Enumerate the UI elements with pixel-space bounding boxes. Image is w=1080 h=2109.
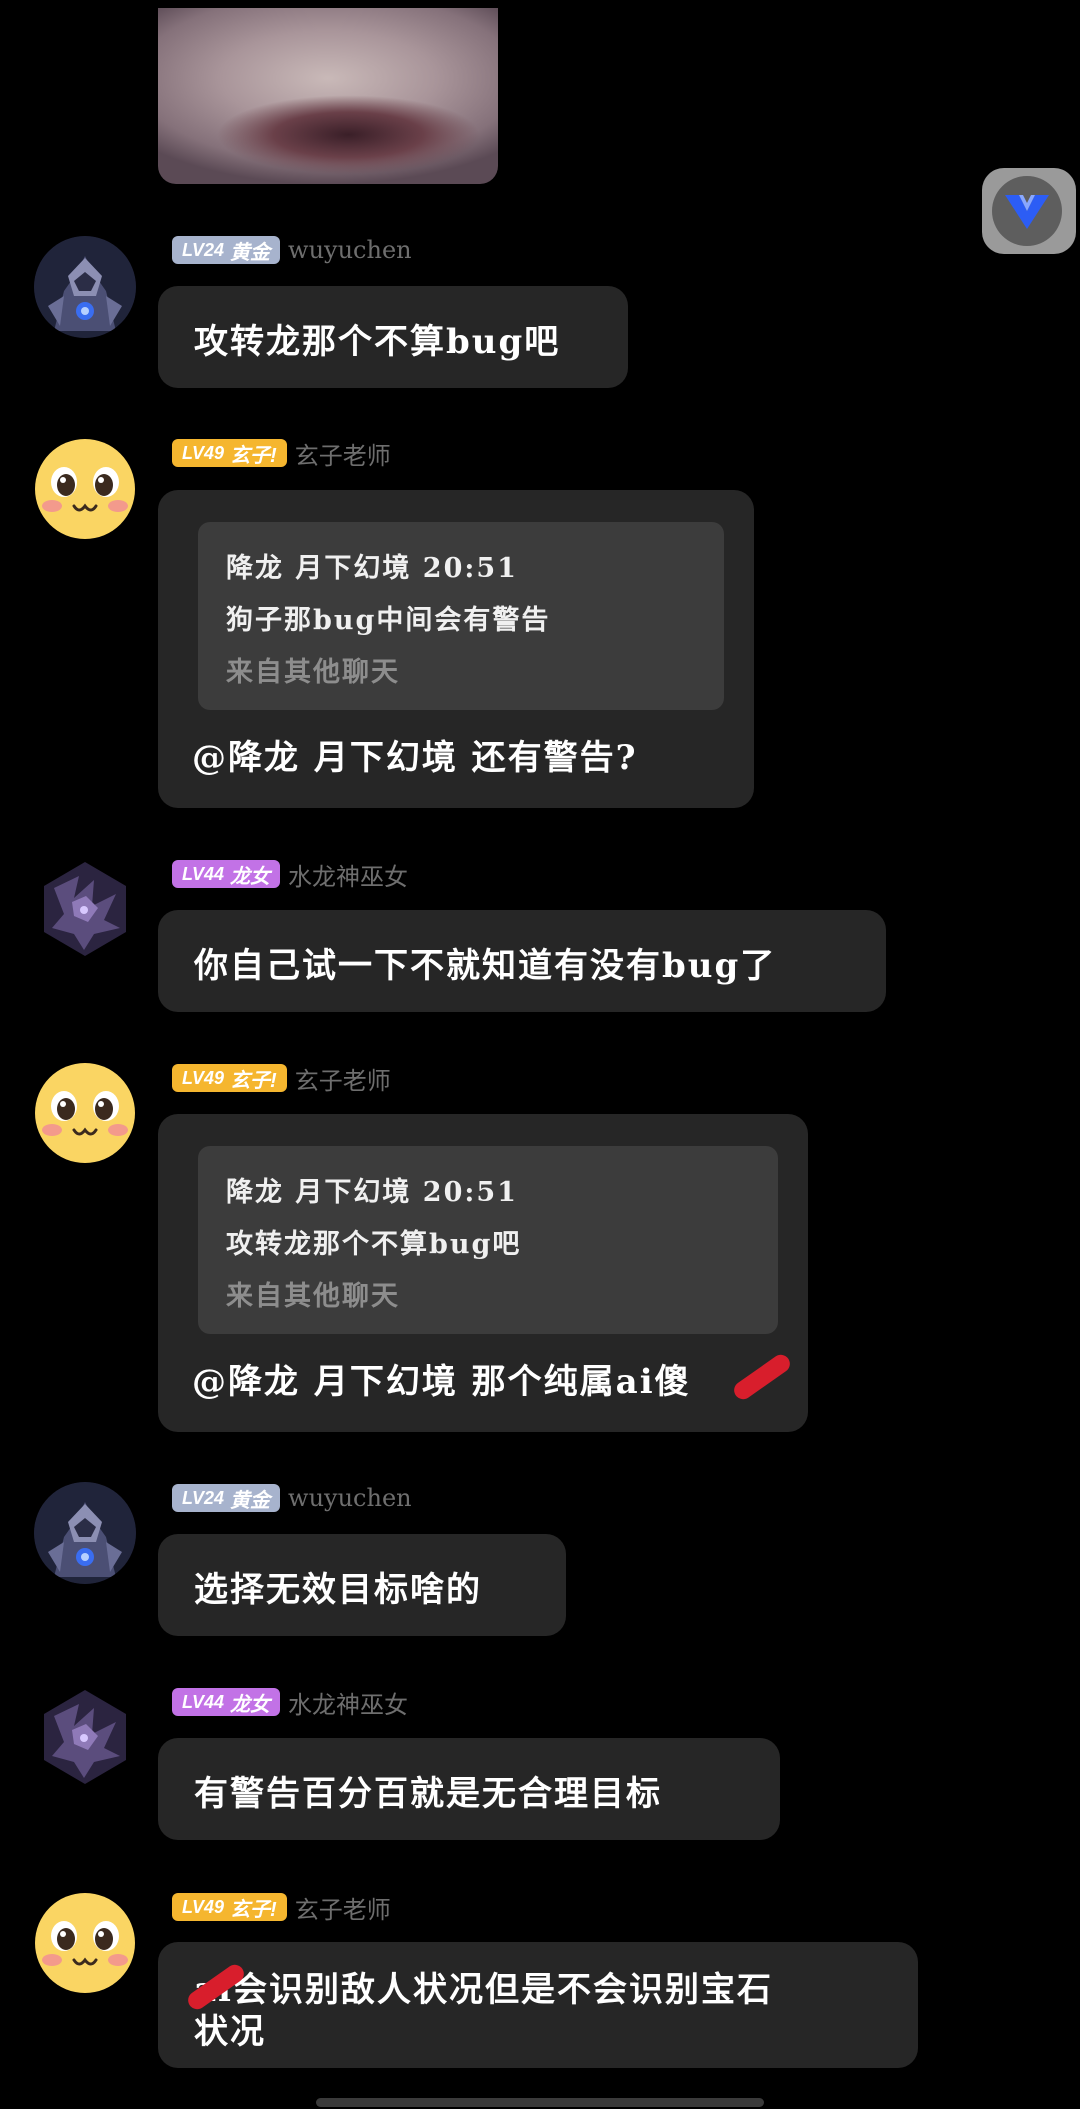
message-text: 攻转龙那个不算bug吧	[194, 322, 561, 362]
message-meta: LV49 玄子! 玄子老师	[172, 1061, 391, 1096]
quoted-message[interactable]: 降龙 月下幻境 20:51 狗子那bug中间会有警告 来自其他聊天	[198, 522, 724, 710]
quote-header: 降龙 月下幻境 20:51	[226, 553, 518, 584]
message-meta: LV44 龙女 水龙神巫女	[172, 857, 408, 892]
message-text: @降龙 月下幻境 还有警告?	[192, 738, 638, 778]
armored-knight-avatar	[34, 236, 136, 338]
message-text: 你自己试一下不就知道有没有bug了	[194, 946, 777, 986]
avatar[interactable]	[34, 236, 136, 338]
avatar[interactable]	[34, 1892, 136, 1994]
level-badge: LV44 龙女	[172, 860, 281, 888]
avatar[interactable]	[34, 1062, 136, 1164]
avatar[interactable]	[34, 438, 136, 540]
username[interactable]: wuyuchen	[288, 236, 412, 264]
message-bubble[interactable]: 降龙 月下幻境 20:51 攻转龙那个不算bug吧 来自其他聊天 @降龙 月下幻…	[158, 1114, 808, 1432]
level-badge: LV49 玄子!	[172, 1893, 287, 1921]
level-badge: LV24 黄金	[172, 1484, 281, 1512]
message-meta: LV49 玄子! 玄子老师	[172, 1890, 391, 1925]
message-meta: LV49 玄子! 玄子老师	[172, 436, 391, 471]
purple-dragon-avatar	[34, 1686, 136, 1788]
smiley-emoji-avatar	[34, 1062, 136, 1164]
username[interactable]: wuyuchen	[288, 1484, 412, 1512]
avatar[interactable]	[34, 858, 136, 960]
level-badge: LV24 黄金	[172, 236, 281, 264]
shared-image[interactable]	[158, 8, 498, 184]
username[interactable]: 玄子老师	[295, 1061, 391, 1096]
message-bubble[interactable]: ai会识别敌人状况但是不会识别宝石 状况	[158, 1942, 918, 2068]
armored-knight-avatar	[34, 1482, 136, 1584]
home-indicator[interactable]	[316, 2098, 764, 2107]
avatar[interactable]	[34, 1686, 136, 1788]
smiley-emoji-avatar	[34, 438, 136, 540]
level-badge: LV49 玄子!	[172, 1064, 287, 1092]
redaction-scribble	[730, 1351, 794, 1403]
level-badge: LV49 玄子!	[172, 439, 287, 467]
message-text: 选择无效目标啥的	[194, 1570, 482, 1610]
username[interactable]: 水龙神巫女	[288, 1685, 408, 1720]
v-logo-icon	[1005, 195, 1049, 229]
smiley-emoji-avatar	[34, 1892, 136, 1994]
message-bubble[interactable]: 选择无效目标啥的	[158, 1534, 566, 1636]
message-text: @降龙 月下幻境 那个纯属ai傻	[192, 1362, 691, 1402]
message-meta: LV44 龙女 水龙神巫女	[172, 1685, 408, 1720]
quote-source: 来自其他聊天	[226, 1281, 400, 1312]
message-bubble[interactable]: 降龙 月下幻境 20:51 狗子那bug中间会有警告 来自其他聊天 @降龙 月下…	[158, 490, 754, 808]
floating-assistant-button[interactable]	[982, 168, 1076, 254]
quote-body: 攻转龙那个不算bug吧	[226, 1229, 522, 1260]
message-meta: LV24 黄金 wuyuchen	[172, 235, 412, 265]
message-text: 有警告百分百就是无合理目标	[194, 1774, 662, 1814]
username[interactable]: 玄子老师	[295, 1890, 391, 1925]
quoted-message[interactable]: 降龙 月下幻境 20:51 攻转龙那个不算bug吧 来自其他聊天	[198, 1146, 778, 1334]
purple-dragon-avatar	[34, 858, 136, 960]
avatar[interactable]	[34, 1482, 136, 1584]
username[interactable]: 玄子老师	[295, 436, 391, 471]
message-bubble[interactable]: 有警告百分百就是无合理目标	[158, 1738, 780, 1840]
message-text-line1: ai会识别敌人状况但是不会识别宝石	[194, 1970, 773, 2010]
level-badge: LV44 龙女	[172, 1688, 281, 1716]
quote-source: 来自其他聊天	[226, 657, 400, 688]
message-bubble[interactable]: 你自己试一下不就知道有没有bug了	[158, 910, 886, 1012]
quote-header: 降龙 月下幻境 20:51	[226, 1177, 518, 1208]
message-bubble[interactable]: 攻转龙那个不算bug吧	[158, 286, 628, 388]
username[interactable]: 水龙神巫女	[288, 857, 408, 892]
quote-body: 狗子那bug中间会有警告	[226, 605, 551, 636]
message-meta: LV24 黄金 wuyuchen	[172, 1483, 412, 1513]
message-text-line2: 状况	[194, 2012, 266, 2052]
